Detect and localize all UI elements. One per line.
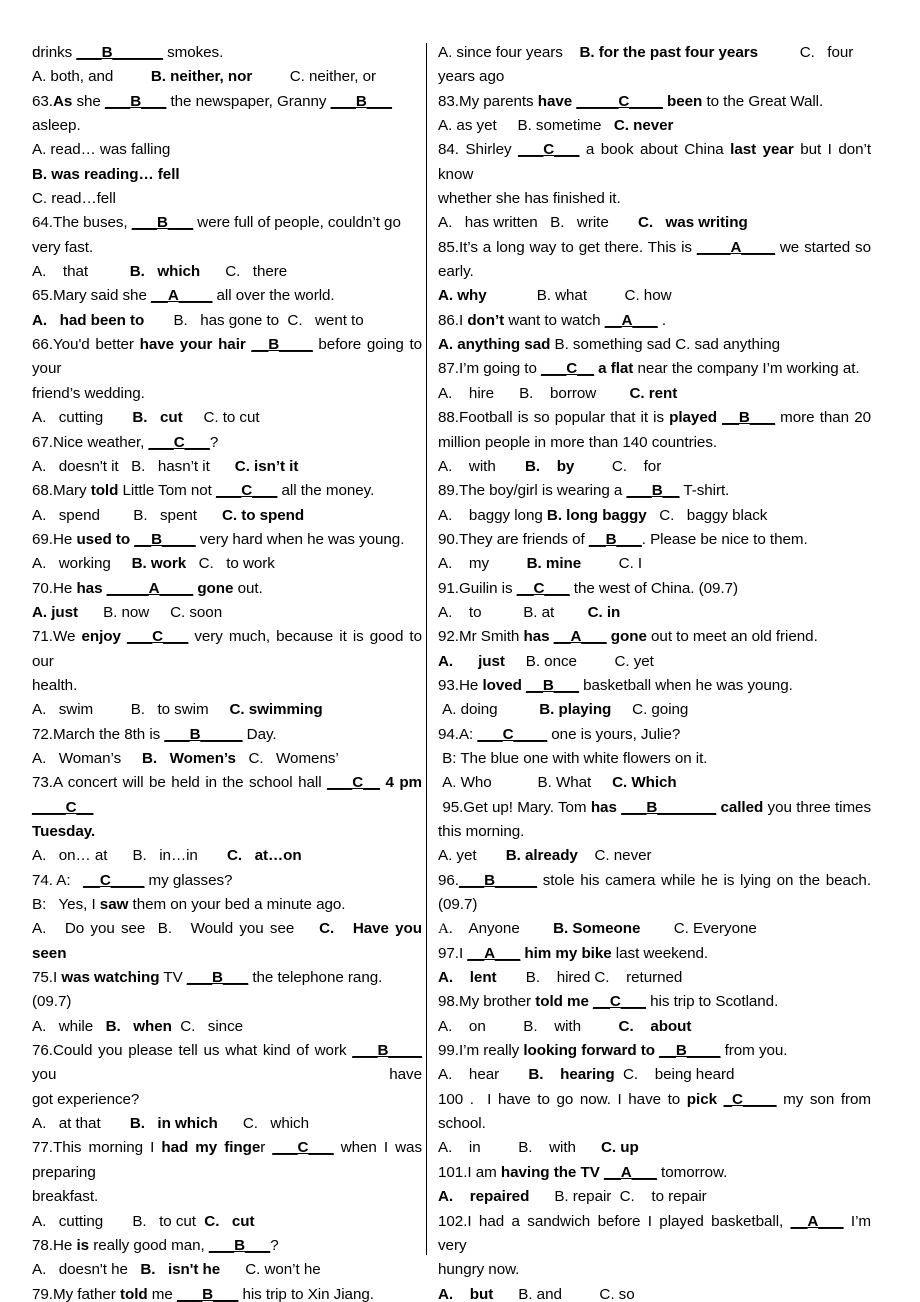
question-96-stem-cont: (09.7) (438, 896, 478, 914)
question-88-options: A. with B. by C. for (438, 457, 662, 475)
question-74-stem-b: B: Yes, I saw them on your bed a minute … (32, 896, 346, 914)
question-102-stem: 102.I had a sandwich before I played bas… (438, 1212, 876, 1254)
question-68-stem: 68.Mary told Little Tom not ___C___ all … (32, 482, 375, 500)
question-66-options: A. cutting B. cut C. to cut (32, 409, 260, 427)
question-84-options: A. has written B. write C. was writing (438, 214, 748, 232)
question-71-stem-cont: health. (32, 676, 78, 694)
question-85-stem: 85.It’s a long way to get there. This is… (438, 238, 871, 256)
question-84-stem: 84. Shirley ___C___ a book about China l… (438, 141, 876, 183)
question-93-stem: 93.He loved __B___ basketball when he wa… (438, 676, 793, 694)
question-85-options: A. why B. what C. how (438, 287, 672, 305)
question-64-stem: 64.The buses, ___B___ were full of peopl… (32, 214, 406, 256)
question-65-options: A. had been to B. has gone to C. went to (32, 311, 364, 329)
question-84-stem-cont: whether she has finished it. (438, 190, 621, 208)
question-100-stem-cont: school. (438, 1115, 486, 1133)
question-62-stem-cont: drinks ___B______ smokes. (32, 44, 224, 61)
question-86-stem: 86.I don’t want to watch __A___ . (438, 311, 666, 329)
question-73-stem: 73.A concert will be held in the school … (32, 774, 423, 816)
question-96-options: A. Anyone B. Someone C. Everyone (438, 920, 757, 938)
question-93-options: A. doing B. playing C. going (438, 701, 689, 719)
question-72-stem: 72.March the 8th is ___B_____ Day. (32, 725, 277, 743)
question-79-stem: 79.My father told me ___B___ his trip to… (32, 1285, 374, 1302)
question-75-stem: 75.I was watching TV ___B___ the telepho… (32, 969, 387, 1011)
question-90-options: A. my B. mine C. I (438, 555, 643, 573)
question-78-stem: 78.He is really good man, ___B___? (32, 1236, 279, 1254)
question-69-stem: 69.He used to __B____ very hard when he … (32, 530, 405, 548)
question-100-stem: 100 . I have to go now. I have to pick _… (438, 1090, 872, 1108)
question-68-options: A. spend B. spent C. to spend (32, 506, 305, 524)
question-85-stem-cont: early. (438, 263, 474, 281)
question-91-options: A. to B. at C. in (438, 603, 621, 621)
question-63-option-c: C. read…fell (32, 190, 116, 208)
question-69-options: A. working B. work C. to work (32, 555, 275, 573)
worksheet-page: drinks ___B______ smokes. A. both, and B.… (0, 0, 920, 1302)
question-101-options: A. repaired B. repair C. to repair (438, 1188, 707, 1206)
question-87-options: A. hire B. borrow C. rent (438, 384, 678, 402)
question-88-stem-cont: million people in more than 140 countrie… (438, 433, 718, 451)
question-88-stem: 88.Football is so popular that it is pla… (438, 409, 871, 427)
question-97-options: A. lent B. hired C. returned (438, 969, 683, 987)
question-76-options: A. at that B. in which C. which (32, 1115, 309, 1133)
question-66-stem: 66.You'd better have your hair __B____ b… (32, 336, 427, 378)
question-102-stem-cont: hungry now. (438, 1261, 520, 1279)
question-92-options: A. just B. once C. yet (438, 652, 654, 670)
question-71-stem: 71.We enjoy ___C___ very much, because i… (32, 628, 427, 670)
question-92-stem: 92.Mr Smith has __A___ gone out to meet … (438, 628, 818, 646)
question-94-stem-b: B: The blue one with white flowers on it… (438, 749, 708, 767)
question-77-options: A. cutting B. to cut C. cut (32, 1212, 255, 1230)
question-82-options: A. since four years B. for the past four… (438, 44, 854, 61)
question-70-options: A. just B. now C. soon (32, 603, 223, 621)
question-100-options: A. in B. with C. up (438, 1139, 639, 1157)
question-83-options: A. as yet B. sometime C. never (438, 117, 674, 135)
question-90-stem: 90.They are friends of __B___. Please be… (438, 530, 808, 548)
question-94-stem-a: 94.A: ___C____ one is yours, Julie? (438, 725, 681, 743)
question-63-stem: 63.As she ___B___ the newspaper, Granny … (32, 92, 397, 135)
question-77-stem: 77.This morning I had my finger ___C___ … (32, 1139, 427, 1181)
two-column-body: drinks ___B______ smokes. A. both, and B.… (0, 41, 920, 1302)
question-98-options: A. on B. with C. about (438, 1017, 692, 1035)
question-87-stem: 87.I’m going to ___C__ a flat near the c… (438, 360, 860, 378)
question-66-stem-cont: friend’s wedding. (32, 384, 145, 402)
question-77-stem-cont: breakfast. (32, 1188, 99, 1206)
question-101-stem: 101.I am having the TV __A___ tomorrow. (438, 1163, 728, 1181)
question-102-options: A. but B. and C. so (438, 1285, 635, 1302)
question-78-options: A. doesn't he B. isn't he C. won’t he (32, 1261, 321, 1279)
question-83-stem: 83.My parents have _____C____ been to th… (438, 92, 824, 110)
question-89-stem: 89.The boy/girl is wearing a ___B__ T-sh… (438, 482, 730, 500)
question-95-stem-cont: this morning. (438, 823, 525, 840)
question-67-stem: 67.Nice weather, ___C___? (32, 433, 219, 451)
question-99-options: A. hear B. hearing C. being heard (438, 1066, 735, 1084)
question-63-option-b: B. was reading… fell (32, 165, 180, 183)
question-74-options: A. Do you see B. Would you see C. Have y… (32, 920, 423, 938)
question-62-options: A. both, and B. neither, nor C. neither,… (32, 68, 376, 86)
question-74-stem-a: 74. A: __C____ my glasses? (32, 871, 233, 889)
question-67-options: A. doesn't it B. hasn’t it C. isn’t it (32, 457, 299, 475)
left-column: drinks ___B______ smokes. A. both, and B.… (0, 41, 426, 1302)
right-column: A. since four years B. for the past four… (427, 41, 879, 1302)
question-95-stem: 95.Get up! Mary. Tom has ___B_______ cal… (438, 798, 871, 816)
question-75-options: A. while B. when C. since (32, 1017, 244, 1035)
question-98-stem: 98.My brother told me __C___ his trip to… (438, 993, 779, 1011)
question-95-options: A. yet B. already C. never (438, 847, 652, 865)
question-86-options: A. anything sad B. something sad C. sad … (438, 336, 780, 354)
question-76-stem-cont: got experience? (32, 1090, 140, 1108)
question-71-options: A. swim B. to swim C. swimming (32, 701, 323, 719)
question-74-option-c-cont: seen (32, 944, 67, 962)
question-96-stem: 96.___B_____ stole his camera while he i… (438, 871, 871, 889)
question-73-stem-cont: Tuesday. (32, 823, 96, 840)
question-89-options: A. baggy long B. long baggy C. baggy bla… (438, 506, 768, 524)
question-94-options: A. Who B. What C. Which (438, 774, 677, 792)
question-99-stem: 99.I’m really looking forward to __B____… (438, 1042, 788, 1060)
question-91-stem: 91.Guilin is __C___ the west of China. (… (438, 579, 739, 597)
question-65-stem: 65.Mary said she __A____ all over the wo… (32, 287, 335, 305)
question-70-stem: 70.He has _____A____ gone out. (32, 579, 263, 597)
question-76-stem: 76.Could you please tell us what kind of… (32, 1042, 427, 1084)
question-82-option-c-cont: years ago (438, 68, 505, 86)
question-64-options: A. that B. which C. there (32, 263, 288, 281)
question-72-options: A. Woman’s B. Women’s C. Womens’ (32, 749, 339, 767)
question-73-options: A. on… at B. in…in C. at…on (32, 847, 302, 865)
question-63-option-a: A. read… was falling (32, 141, 171, 159)
question-97-stem: 97.I __A___ him my bike last weekend. (438, 944, 709, 962)
